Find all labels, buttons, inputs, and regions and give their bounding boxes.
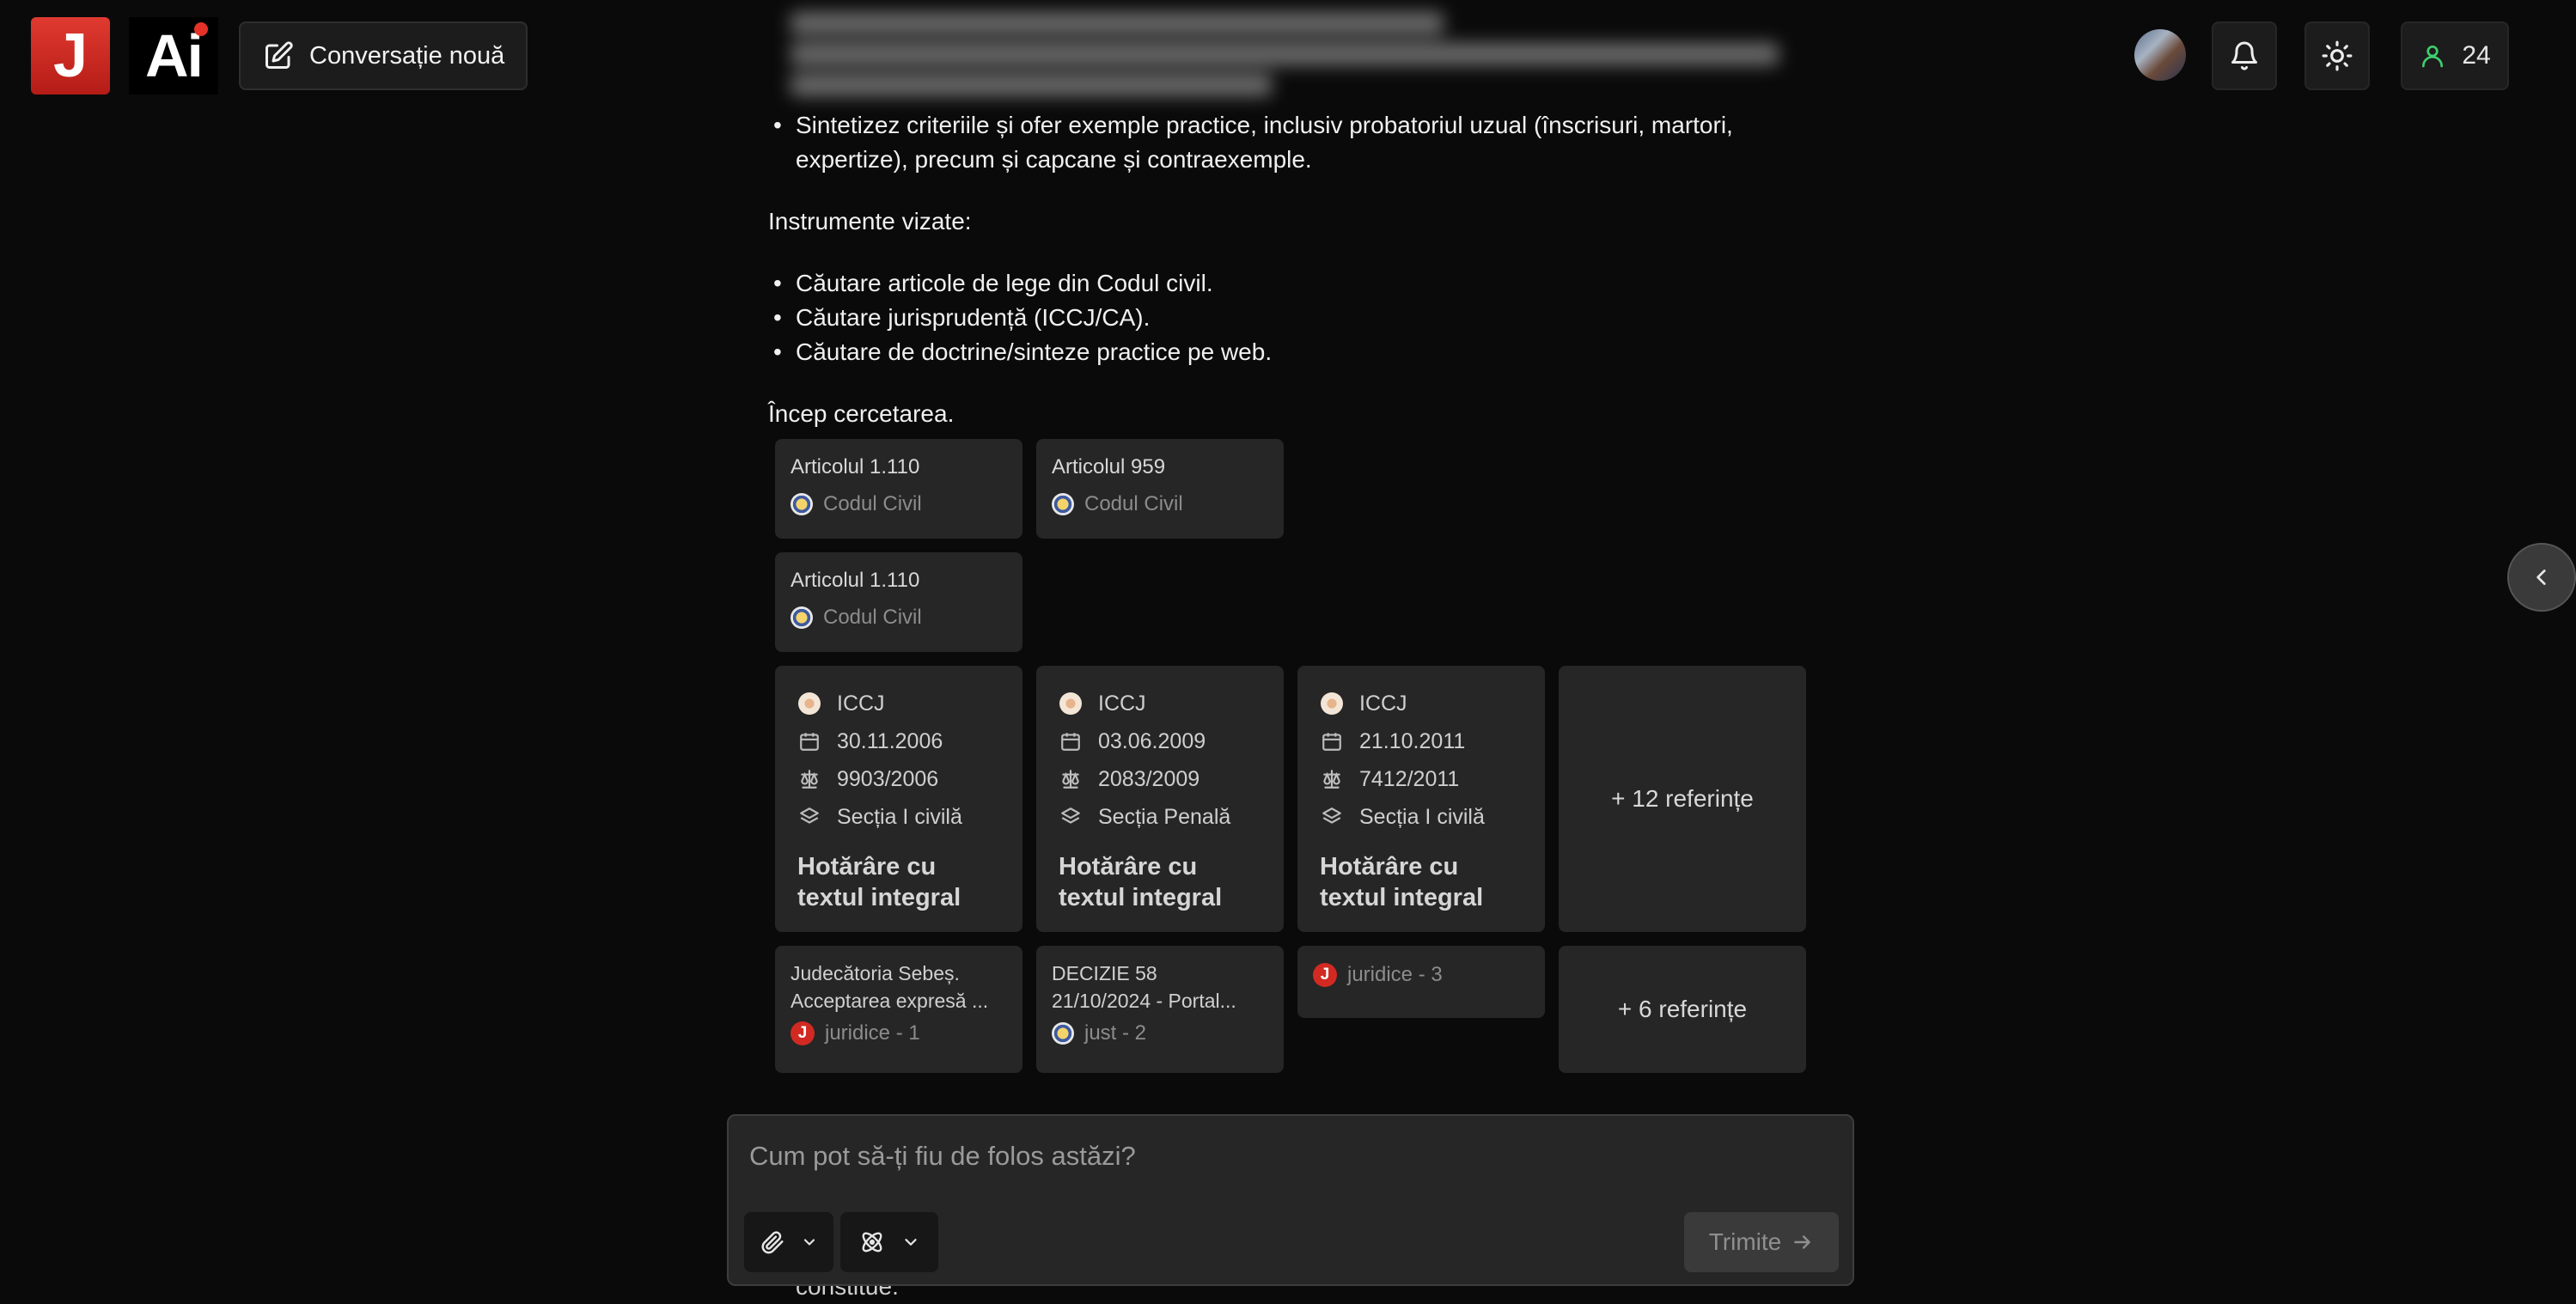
sun-icon [2321,40,2353,72]
brand-logo-ai[interactable]: Ai [129,17,218,94]
chevron-left-icon [2530,566,2553,588]
brand-ai-dot [194,22,208,36]
bell-icon [2229,40,2260,71]
law-reference-source: Codul Civil [823,606,922,629]
iccj-seal-icon [1320,692,1344,716]
court-reference-card[interactable]: ICCJ 30.11.2006 9903/2006 Secția I civil… [775,666,1022,932]
web-reference-title: Judecătoria Sebeș. [791,962,960,984]
message-composer: Trimite [727,1114,1854,1286]
theme-toggle-button[interactable] [2304,21,2370,90]
just-seal-icon [1052,1022,1074,1045]
court-section: Secția I civilă [837,804,962,829]
decision-number: 9903/2006 [837,766,939,791]
decision-number: 7412/2011 [1359,766,1460,791]
web-reference-source: juridice - 1 [825,1021,920,1045]
law-reference-title: Articolul 959 [1052,455,1166,478]
decision-document-label: Hotărâre cu textul integral [1320,853,1484,911]
web-reference-title: Acceptarea expresă ... [791,990,989,1012]
user-avatar[interactable] [2134,29,2186,81]
atom-icon [858,1228,886,1256]
assistant-message: Sintetizez criteriile și ofer exemple pr… [768,108,1799,431]
list-item: Căutare articole de lege din Codul civil… [768,266,1799,301]
decision-date: 03.06.2009 [1098,728,1206,753]
new-conversation-label: Conversație nouă [309,41,505,70]
arrow-right-icon [1792,1231,1814,1253]
send-label: Trimite [1708,1228,1782,1255]
list-item: Sintetizez criteriile și ofer exemple pr… [768,108,1799,177]
web-reference-title: 21/10/2024 - Portal... [1052,990,1236,1012]
iccj-seal-icon [1059,692,1083,716]
brand-ai-text: Ai [145,22,204,89]
web-reference-card[interactable]: Jjuridice - 3 [1297,946,1545,1018]
chevron-down-icon [801,1234,818,1251]
web-reference-card[interactable]: Judecătoria Sebeș. Acceptarea expresă ..… [775,946,1022,1073]
web-reference-source: just - 2 [1084,1021,1147,1045]
court-section: Secția Penală [1098,804,1231,829]
more-web-references-button[interactable]: + 6 referințe [1559,946,1806,1073]
scale-icon [797,767,821,791]
law-reference-card[interactable]: Articolul 1.110 Codul Civil [775,552,1022,652]
court-name: ICCJ [837,691,885,716]
list-item: Căutare de doctrine/sinteze practice pe … [768,335,1799,369]
send-button[interactable]: Trimite [1684,1212,1839,1272]
user-count-badge[interactable]: 24 [2401,21,2509,90]
law-reference-source: Codul Civil [1084,492,1183,515]
edit-icon [263,40,294,71]
calendar-icon [797,729,821,753]
web-reference-source: juridice - 3 [1347,963,1443,986]
juridice-logo-icon: J [1313,963,1337,987]
chevron-down-icon [901,1233,920,1252]
new-conversation-button[interactable]: Conversație nouă [239,21,528,90]
court-reference-card[interactable]: ICCJ 03.06.2009 2083/2009 Secția Penală … [1036,666,1284,932]
user-count-value: 24 [2462,41,2491,70]
start-research-text: Încep cercetarea. [768,400,955,427]
list-item: Căutare jurisprudență (ICCJ/CA). [768,301,1799,335]
decision-date: 30.11.2006 [837,728,943,753]
scale-icon [1320,767,1344,791]
more-references-label: + 6 referințe [1617,996,1748,1022]
law-reference-title: Articolul 1.110 [791,569,920,592]
model-select-button[interactable] [840,1212,938,1272]
web-reference-title: DECIZIE 58 [1052,962,1157,984]
calendar-icon [1059,729,1083,753]
blurred-previous-text [756,0,1787,103]
decision-date: 21.10.2011 [1359,728,1466,753]
brand-logo-j[interactable]: J [31,17,110,94]
decision-document-label: Hotărâre cu textul integral [1059,853,1223,911]
side-panel-toggle[interactable] [2507,543,2576,612]
layers-icon [1059,805,1083,829]
notifications-button[interactable] [2212,21,2277,90]
iccj-seal-icon [797,692,821,716]
more-references-label: + 12 referințe [1611,785,1754,812]
attach-file-button[interactable] [744,1212,833,1272]
law-reference-title: Articolul 1.110 [791,455,920,478]
paperclip-icon [760,1229,785,1255]
law-reference-source: Codul Civil [823,492,922,515]
layers-icon [1320,805,1344,829]
court-name: ICCJ [1359,691,1407,716]
law-reference-card[interactable]: Articolul 1.110 Codul Civil [775,439,1022,539]
tools-heading: Instrumente vizate: [768,208,972,235]
court-name: ICCJ [1098,691,1146,716]
calendar-icon [1320,729,1344,753]
juridice-logo-icon: J [791,1021,815,1045]
law-reference-card[interactable]: Articolul 959 Codul Civil [1036,439,1284,539]
codul-civil-seal-icon [791,606,813,629]
more-court-references-button[interactable]: + 12 referințe [1559,666,1806,932]
layers-icon [797,805,821,829]
decision-document-label: Hotărâre cu textul integral [797,853,961,911]
court-reference-card[interactable]: ICCJ 21.10.2011 7412/2011 Secția I civil… [1297,666,1545,932]
codul-civil-seal-icon [791,493,813,515]
web-reference-card[interactable]: DECIZIE 58 21/10/2024 - Portal... just -… [1036,946,1284,1073]
message-input[interactable] [749,1135,1832,1178]
scale-icon [1059,767,1083,791]
codul-civil-seal-icon [1052,493,1074,515]
user-icon [2419,42,2446,70]
court-section: Secția I civilă [1359,804,1485,829]
decision-number: 2083/2009 [1098,766,1200,791]
